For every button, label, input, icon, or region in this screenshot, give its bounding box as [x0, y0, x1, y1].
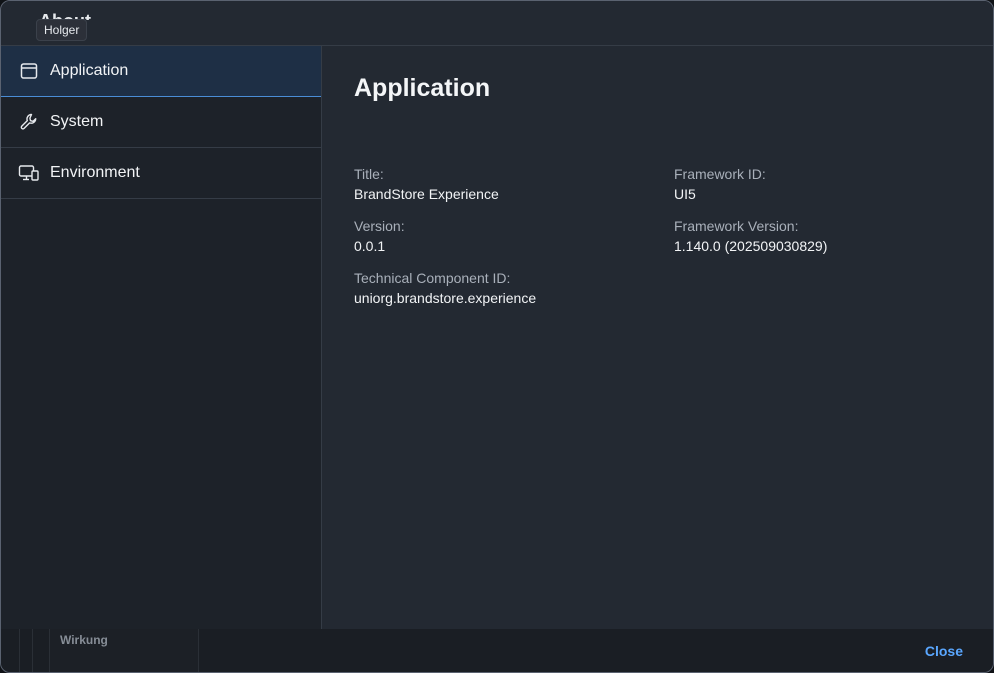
sidebar: Application System Environment — [1, 46, 322, 629]
about-dialog: About Holger Application System — [0, 0, 994, 673]
field-value: 0.0.1 — [354, 238, 386, 254]
background-card-edge — [19, 629, 33, 672]
field-value: 1.140.0 (202509030829) — [674, 238, 828, 254]
user-tooltip: Holger — [36, 19, 88, 41]
close-button[interactable]: Close — [925, 643, 963, 659]
field-label: Framework ID: — [674, 166, 766, 182]
field-label: Framework Version: — [674, 218, 799, 234]
field-label: Version: — [354, 218, 405, 234]
application-icon — [17, 59, 41, 83]
title-field: Title: BrandStore Experience — [354, 165, 499, 203]
framework-version-field: Framework Version: 1.140.0 (202509030829… — [674, 217, 827, 255]
sidebar-item-environment[interactable]: Environment — [1, 148, 321, 199]
background-card: Wirkung — [49, 629, 199, 672]
wrench-icon — [17, 110, 41, 134]
page-title: Application — [354, 74, 491, 102]
sidebar-item-application[interactable]: Application — [1, 46, 321, 97]
content-panel: Application Title: BrandStore Experience… — [322, 46, 993, 629]
sidebar-item-label: Environment — [50, 164, 140, 181]
field-label: Title: — [354, 166, 384, 182]
version-field: Version: 0.0.1 — [354, 217, 405, 255]
field-value: BrandStore Experience — [354, 186, 499, 202]
sidebar-item-system[interactable]: System — [1, 97, 321, 148]
field-value: UI5 — [674, 186, 696, 202]
component-id-field: Technical Component ID: uniorg.brandstor… — [354, 269, 536, 307]
sidebar-item-label: Application — [50, 62, 129, 79]
field-label: Technical Component ID: — [354, 270, 511, 286]
dialog-footer: Wirkung Close — [1, 629, 993, 672]
devices-icon — [17, 161, 41, 185]
field-value: uniorg.brandstore.experience — [354, 290, 537, 306]
framework-id-field: Framework ID: UI5 — [674, 165, 766, 203]
background-card-text: Wirkung — [60, 633, 108, 647]
dialog-header: About Holger — [1, 1, 993, 46]
sidebar-item-label: System — [50, 113, 104, 130]
